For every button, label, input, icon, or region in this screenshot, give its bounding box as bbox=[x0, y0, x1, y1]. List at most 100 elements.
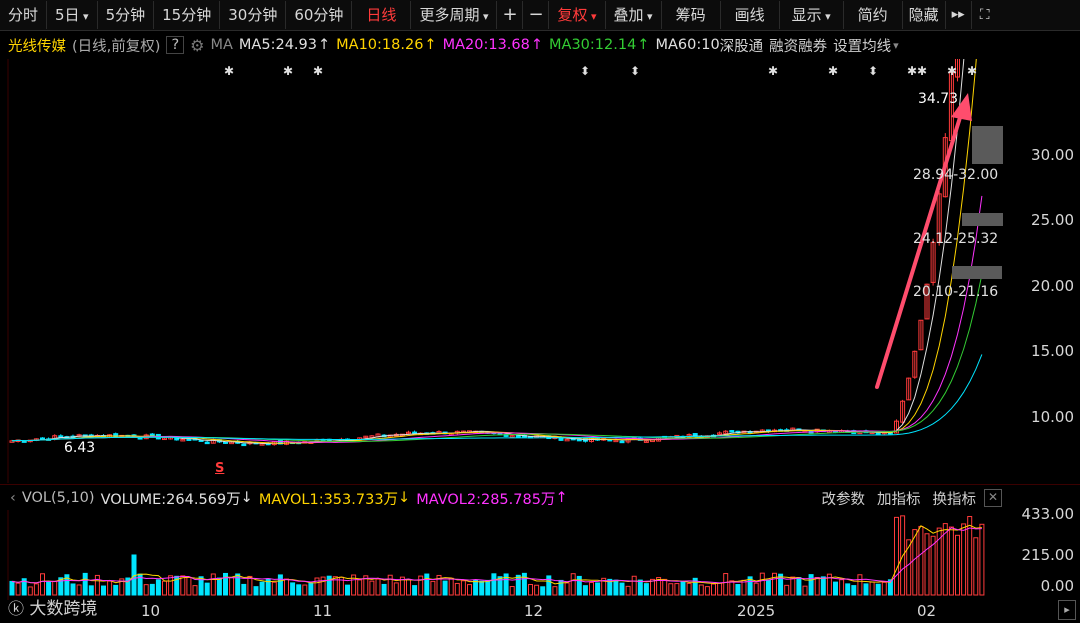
zoom-out-button[interactable]: − bbox=[523, 1, 550, 29]
volume-bar bbox=[40, 573, 45, 596]
volume-bar bbox=[180, 575, 186, 596]
candlestick-chart[interactable]: ✱ ✱ ✱ ✱ ✱ ✱ ✱ ✱ ✱⬍ ⬍ ⬍ bbox=[0, 59, 1080, 483]
candle-body bbox=[619, 440, 625, 444]
volume-bar bbox=[418, 575, 424, 596]
scroll-right-icon[interactable]: ▸ bbox=[1058, 600, 1076, 620]
volume-bar bbox=[704, 586, 710, 596]
volume-bar bbox=[753, 582, 759, 596]
chevron-down-icon[interactable]: ▾ bbox=[893, 39, 899, 52]
volume-chart[interactable] bbox=[0, 510, 1080, 600]
chip-range-label-2: 24.12-25.32 bbox=[913, 231, 999, 247]
price-axis-label-25: 25.00 bbox=[1031, 211, 1074, 229]
volume-bar bbox=[540, 586, 546, 596]
period-toolbar: 分时 5日 5分钟 15分钟 30分钟 60分钟 日线 更多周期 + − 复权 … bbox=[0, 0, 1080, 31]
volume-bar bbox=[277, 574, 283, 596]
chip-block bbox=[972, 126, 1003, 164]
volume-bar bbox=[759, 572, 765, 596]
volume-bar bbox=[308, 582, 314, 596]
volume-bar bbox=[924, 533, 930, 596]
candle-body bbox=[515, 435, 521, 438]
volume-bar bbox=[210, 573, 216, 596]
volume-bar bbox=[430, 580, 436, 596]
chart-mode: (日线,前复权) bbox=[72, 38, 161, 55]
tab-15min[interactable]: 15分钟 bbox=[154, 1, 221, 29]
more-periods-dropdown[interactable]: 更多周期 bbox=[411, 1, 498, 29]
margin-trading-link[interactable]: 融资融券 bbox=[769, 35, 827, 56]
forward-icon[interactable]: ▸▸ bbox=[946, 1, 972, 29]
adjust-dropdown[interactable]: 复权 bbox=[549, 1, 606, 29]
volume-bar bbox=[680, 581, 686, 596]
candle-body bbox=[369, 435, 375, 438]
volume-bar bbox=[247, 575, 253, 596]
volume-bar bbox=[259, 581, 265, 596]
volume-down-arrow-icon: ↓ bbox=[240, 490, 253, 506]
volume-bar bbox=[808, 574, 814, 596]
volume-bar bbox=[406, 578, 411, 596]
zoom-in-button[interactable]: + bbox=[497, 1, 524, 29]
volume-bar bbox=[698, 584, 704, 596]
help-button[interactable]: ? bbox=[166, 36, 185, 54]
volume-bar bbox=[162, 580, 167, 596]
candle-body bbox=[241, 443, 247, 447]
display-dropdown[interactable]: 显示 bbox=[780, 1, 844, 29]
tab-5day[interactable]: 5日 bbox=[47, 1, 98, 29]
overlay-dropdown[interactable]: 叠加 bbox=[606, 1, 662, 29]
sell-signal-marker[interactable]: S bbox=[215, 461, 224, 476]
volume-bar bbox=[765, 579, 771, 596]
low-price-label: 6.43 bbox=[64, 440, 96, 456]
volume-bar bbox=[662, 578, 668, 596]
volume-bar bbox=[961, 523, 967, 596]
volume-bar bbox=[637, 579, 643, 596]
volume-bar bbox=[479, 580, 485, 596]
volume-bar bbox=[253, 586, 259, 596]
volume-bar bbox=[515, 574, 521, 596]
volume-bar bbox=[381, 583, 387, 596]
volume-bar bbox=[155, 579, 161, 596]
tab-30min[interactable]: 30分钟 bbox=[220, 1, 287, 29]
volume-bar bbox=[393, 582, 399, 596]
volume-bar bbox=[582, 585, 588, 596]
gear-icon[interactable]: ⚙ bbox=[190, 36, 204, 55]
ma60-value: MA60:10 bbox=[655, 37, 720, 53]
tab-daily[interactable]: 日线 bbox=[352, 1, 412, 29]
vol-axis-label-433: 433.00 bbox=[1021, 505, 1075, 523]
ma10-value: MA10:18.26 bbox=[336, 37, 424, 53]
hide-button[interactable]: 隐藏 bbox=[903, 1, 946, 29]
event-arrow-marker: ⬍ bbox=[630, 64, 640, 78]
volume-bar bbox=[302, 584, 308, 596]
trend-arrow-shaft bbox=[875, 109, 964, 389]
price-axis-label-10: 10.00 bbox=[1031, 408, 1074, 426]
volume-bar bbox=[881, 581, 887, 596]
change-params-button[interactable]: 改参数 bbox=[822, 488, 866, 509]
simple-mode-button[interactable]: 简约 bbox=[844, 1, 903, 29]
volume-bar bbox=[375, 578, 381, 596]
event-star-marker: ✱ bbox=[917, 64, 927, 78]
volume-bar bbox=[668, 583, 674, 596]
shen-gu-tong-link[interactable]: 深股通 bbox=[720, 35, 764, 56]
switch-indicator-button[interactable]: 换指标 bbox=[933, 488, 977, 509]
collapse-icon[interactable]: ‹ bbox=[10, 490, 16, 506]
volume-value: VOLUME:264.569万 bbox=[100, 491, 241, 508]
tab-5min[interactable]: 5分钟 bbox=[98, 1, 155, 29]
tab-intraday[interactable]: 分时 bbox=[0, 1, 48, 29]
volume-bar bbox=[296, 584, 302, 596]
add-indicator-button[interactable]: 加指标 bbox=[877, 488, 921, 509]
volume-bar bbox=[857, 574, 863, 596]
ma30-value: MA30:12.14 bbox=[549, 37, 637, 53]
tab-60min[interactable]: 60分钟 bbox=[286, 1, 353, 29]
volume-bar bbox=[729, 580, 735, 596]
close-icon[interactable]: ✕ bbox=[984, 489, 1002, 507]
watermark-logo: ⓚ 大数跨境 bbox=[8, 599, 98, 619]
ma-settings-dropdown[interactable]: 设置均线 bbox=[833, 35, 891, 56]
volume-bar bbox=[851, 585, 857, 596]
draw-line-button[interactable]: 画线 bbox=[721, 1, 780, 29]
chips-button[interactable]: 筹码 bbox=[662, 1, 721, 29]
event-star-marker: ✱ bbox=[947, 64, 957, 78]
volume-bar bbox=[784, 584, 790, 596]
fullscreen-icon[interactable]: ⛶ bbox=[972, 1, 998, 29]
volume-bar bbox=[741, 579, 747, 596]
volume-bar bbox=[82, 572, 88, 596]
volume-bar bbox=[735, 584, 741, 596]
volume-bar bbox=[521, 572, 527, 596]
volume-bar bbox=[320, 576, 326, 596]
